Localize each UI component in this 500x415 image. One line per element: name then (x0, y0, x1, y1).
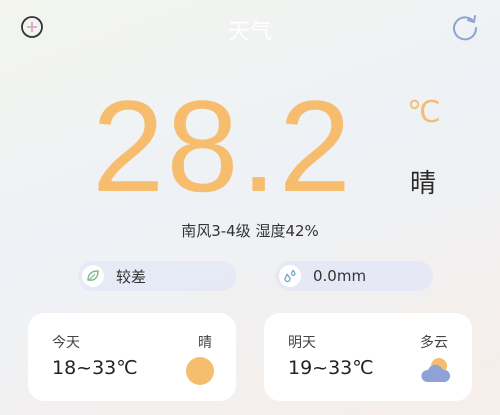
precipitation-label: 0.0mm (313, 267, 367, 285)
current-condition: 晴 (410, 169, 437, 199)
cloudy-icon (421, 358, 451, 382)
current-temperature: 28.2 (92, 73, 354, 219)
temperature-unit: ℃ (407, 95, 441, 130)
sun-icon (186, 357, 214, 385)
forecast-condition: 多云 (420, 335, 448, 351)
forecast-condition: 晴 (198, 335, 212, 351)
forecast-day-label: 明天 (288, 335, 316, 351)
forecast-day-label: 今天 (52, 335, 80, 351)
page-title: 天气 (227, 20, 272, 45)
forecast-temperature-range: 18~33℃ (52, 357, 138, 379)
precipitation-pill: 0.0mm (275, 261, 433, 291)
air-quality-pill: 较差 (78, 261, 236, 291)
refresh-icon[interactable] (449, 11, 481, 43)
leaf-icon (82, 265, 104, 287)
top-bar: 天气 (0, 0, 500, 56)
forecast-temperature-range: 19~33℃ (288, 357, 374, 379)
forecast-card-tomorrow[interactable]: 明天 多云 19~33℃ (264, 313, 472, 401)
wind-humidity-text: 南风3-4级 湿度42% (181, 222, 319, 240)
air-quality-label: 较差 (116, 267, 147, 286)
forecast-card-today[interactable]: 今天 晴 18~33℃ (28, 313, 236, 401)
raindrops-icon (279, 265, 301, 287)
